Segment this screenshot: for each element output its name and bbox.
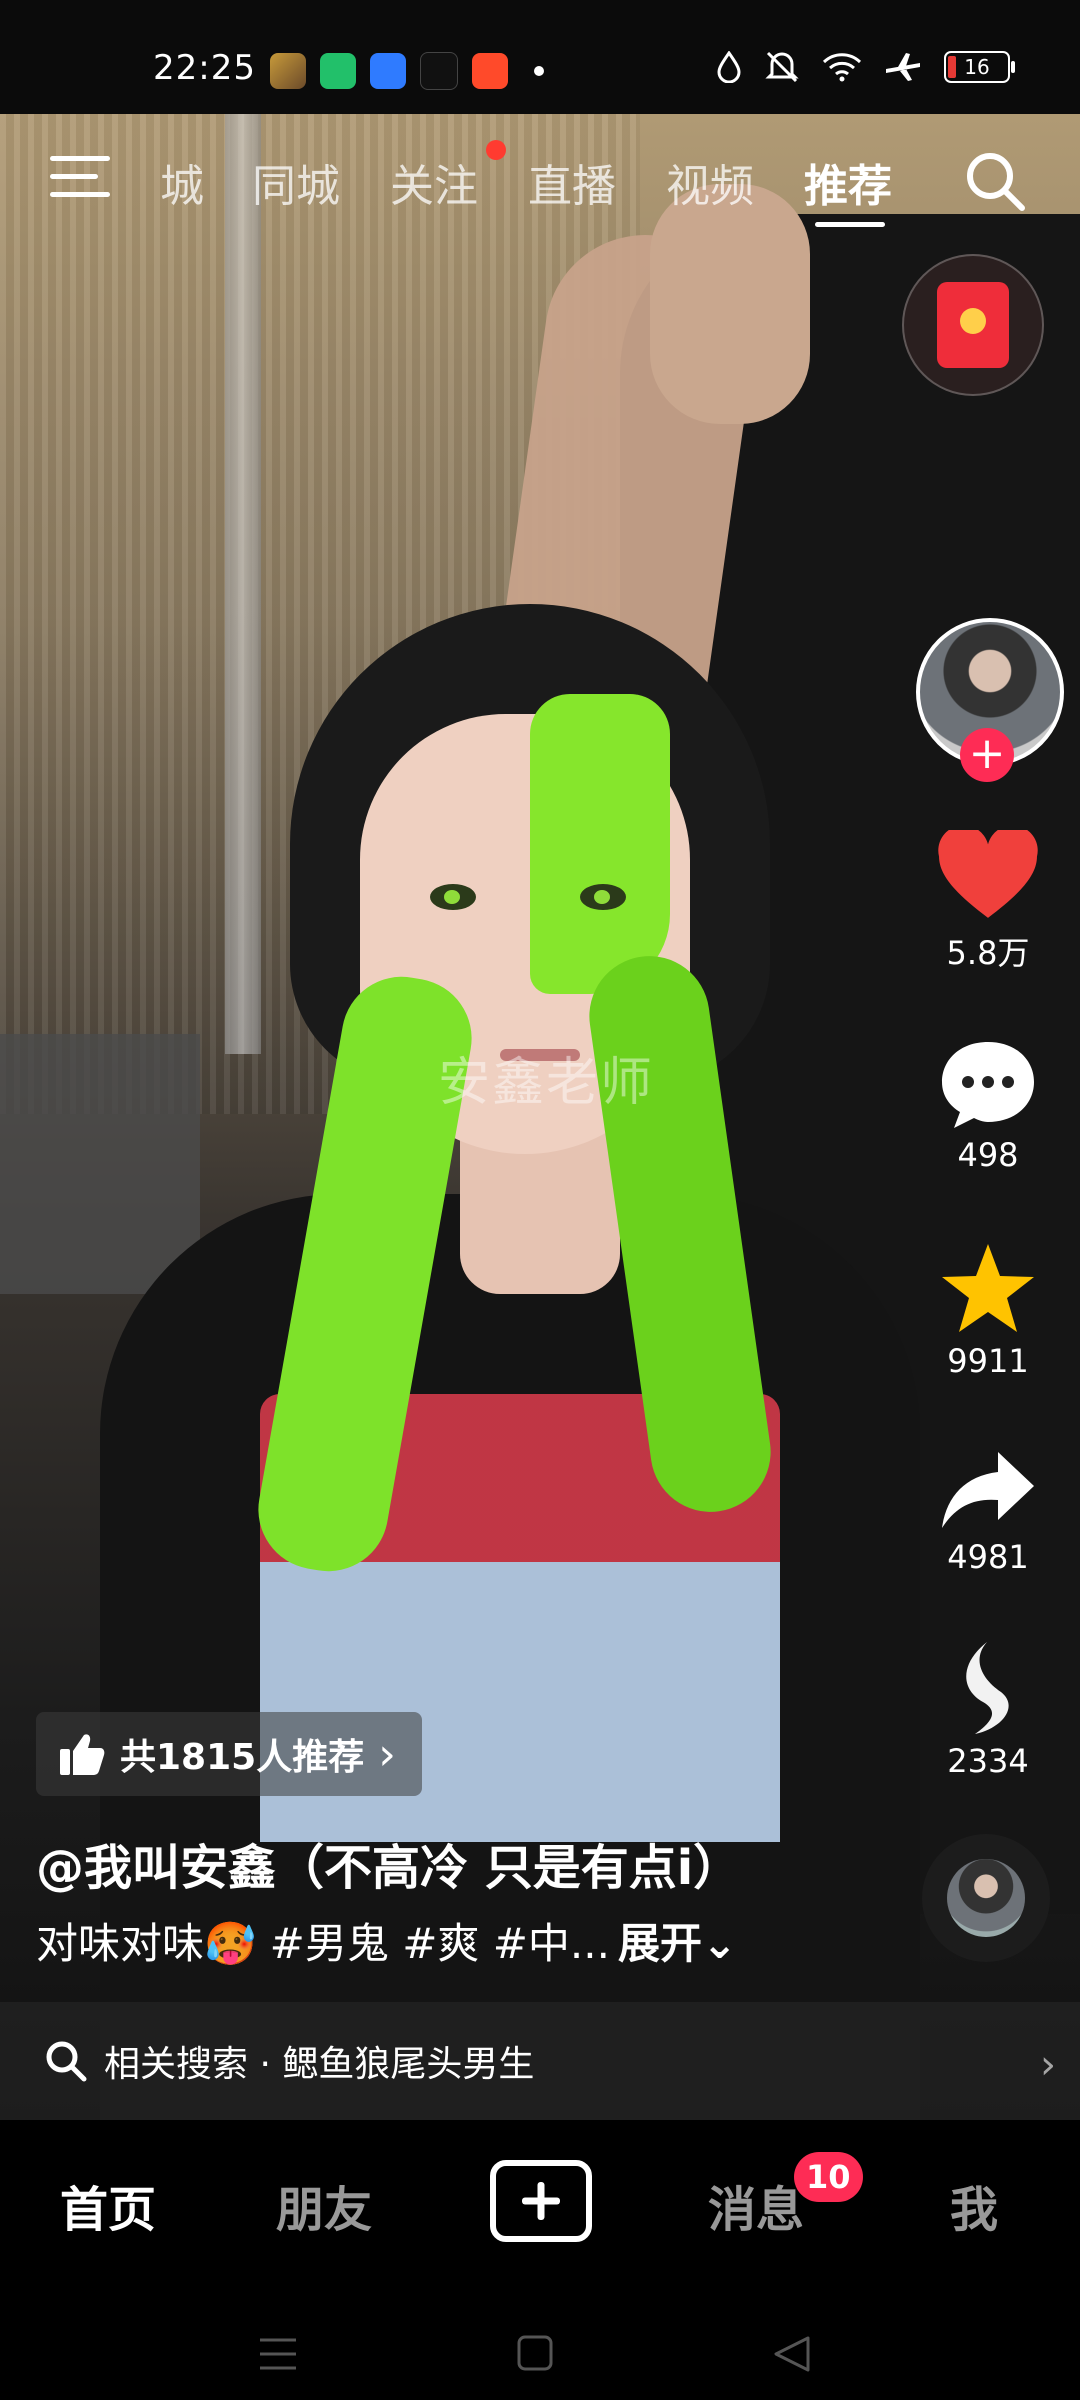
tab-recommend[interactable]: 推荐 bbox=[804, 150, 892, 214]
follow-plus-button[interactable]: + bbox=[960, 728, 1014, 782]
wifi-icon bbox=[822, 53, 862, 82]
messages-badge: 10 bbox=[794, 2152, 863, 2202]
favorite-button[interactable]: 9911 bbox=[900, 1240, 1076, 1380]
thumbs-up-icon bbox=[60, 1734, 105, 1775]
following-notification-dot bbox=[486, 140, 506, 160]
expand-button[interactable]: 展开⌄ bbox=[618, 1910, 737, 1971]
active-tab-indicator bbox=[815, 222, 885, 227]
music-cover bbox=[947, 1859, 1025, 1937]
nav-me[interactable]: 我 bbox=[950, 2170, 998, 2240]
back-icon[interactable] bbox=[772, 2334, 812, 2374]
nav-messages[interactable]: 消息 bbox=[708, 2170, 804, 2240]
comment-count: 498 bbox=[957, 1136, 1019, 1174]
recents-icon[interactable] bbox=[258, 2334, 298, 2374]
video-caption[interactable]: 对味对味🥵 #男鬼 #爽 #中... 展开⌄ bbox=[36, 1910, 737, 1971]
caption-text: 对味对味🥵 #男鬼 #爽 #中... bbox=[36, 1919, 610, 1968]
water-drop-icon bbox=[717, 51, 741, 83]
status-bar: 22:25 16 bbox=[0, 0, 1080, 114]
chevron-right-icon: › bbox=[378, 1728, 396, 1780]
system-nav-bar bbox=[0, 2290, 1080, 2400]
share-button[interactable]: 4981 bbox=[900, 1448, 1076, 1576]
nav-home[interactable]: 首页 bbox=[60, 2170, 156, 2240]
airplane-icon bbox=[886, 53, 920, 81]
tab-video[interactable]: 视频 bbox=[666, 150, 754, 214]
like-button[interactable]: 5.8万 bbox=[900, 830, 1076, 974]
notification-icons bbox=[270, 52, 544, 90]
star-icon bbox=[942, 1244, 1034, 1332]
battery-app-icon bbox=[320, 53, 356, 89]
create-post-button[interactable] bbox=[490, 2160, 592, 2242]
related-search-bar[interactable]: 相关搜索 · 鳃鱼狼尾头男生 › bbox=[0, 2002, 1080, 2120]
search-icon[interactable] bbox=[962, 148, 1028, 214]
tab-following[interactable]: 关注 bbox=[390, 150, 478, 214]
menu-icon[interactable] bbox=[48, 152, 112, 202]
comment-button[interactable]: 498 bbox=[900, 1038, 1076, 1174]
battery-icon: 16 bbox=[944, 51, 1015, 83]
search-icon bbox=[46, 2041, 87, 2082]
share-count: 4981 bbox=[947, 1538, 1029, 1576]
leaf-icon bbox=[966, 1642, 1009, 1734]
chevron-right-icon: › bbox=[1040, 2042, 1056, 2088]
battery-level: 16 bbox=[964, 55, 990, 79]
game-app-icon bbox=[270, 53, 306, 89]
comment-icon bbox=[942, 1042, 1034, 1128]
mute-icon bbox=[765, 51, 799, 83]
status-time: 22:25 bbox=[153, 48, 256, 88]
heart-icon bbox=[938, 830, 1038, 918]
red-packet-button[interactable] bbox=[902, 254, 1044, 396]
system-icons: 16 bbox=[716, 50, 1015, 84]
share-icon bbox=[942, 1452, 1034, 1528]
favorite-count: 9911 bbox=[947, 1342, 1029, 1380]
search-app-icon bbox=[370, 53, 406, 89]
video-app-icon bbox=[472, 53, 508, 89]
gift-count: 2334 bbox=[947, 1742, 1029, 1780]
recommend-label: 共1815人推荐 bbox=[120, 1737, 365, 1778]
bottom-nav: 首页 朋友 消息 10 我 bbox=[0, 2120, 1080, 2290]
douyin-app-icon bbox=[420, 52, 458, 90]
nav-friends[interactable]: 朋友 bbox=[276, 2170, 372, 2240]
recommend-chip[interactable]: 共1815人推荐 › bbox=[36, 1712, 422, 1796]
home-icon[interactable] bbox=[516, 2334, 554, 2372]
top-nav: 城 同城 关注 直播 视频 推荐 bbox=[0, 140, 1080, 230]
author-name[interactable]: @我叫安鑫（不高冷 只是有点i） bbox=[36, 1828, 741, 1898]
tab-local[interactable]: 同城 bbox=[252, 150, 340, 214]
like-count: 5.8万 bbox=[946, 934, 1030, 972]
red-envelope-icon bbox=[937, 282, 1009, 368]
video-watermark: 安鑫老师 bbox=[438, 1053, 655, 1113]
tab-mall[interactable]: 城 bbox=[160, 150, 204, 214]
gift-button[interactable]: 2334 bbox=[900, 1640, 1076, 1780]
more-notifications-icon bbox=[534, 66, 544, 76]
related-search-label: 相关搜索 · 鳃鱼狼尾头男生 bbox=[104, 2044, 535, 2085]
music-disc[interactable] bbox=[922, 1834, 1050, 1962]
tab-live[interactable]: 直播 bbox=[528, 150, 616, 214]
